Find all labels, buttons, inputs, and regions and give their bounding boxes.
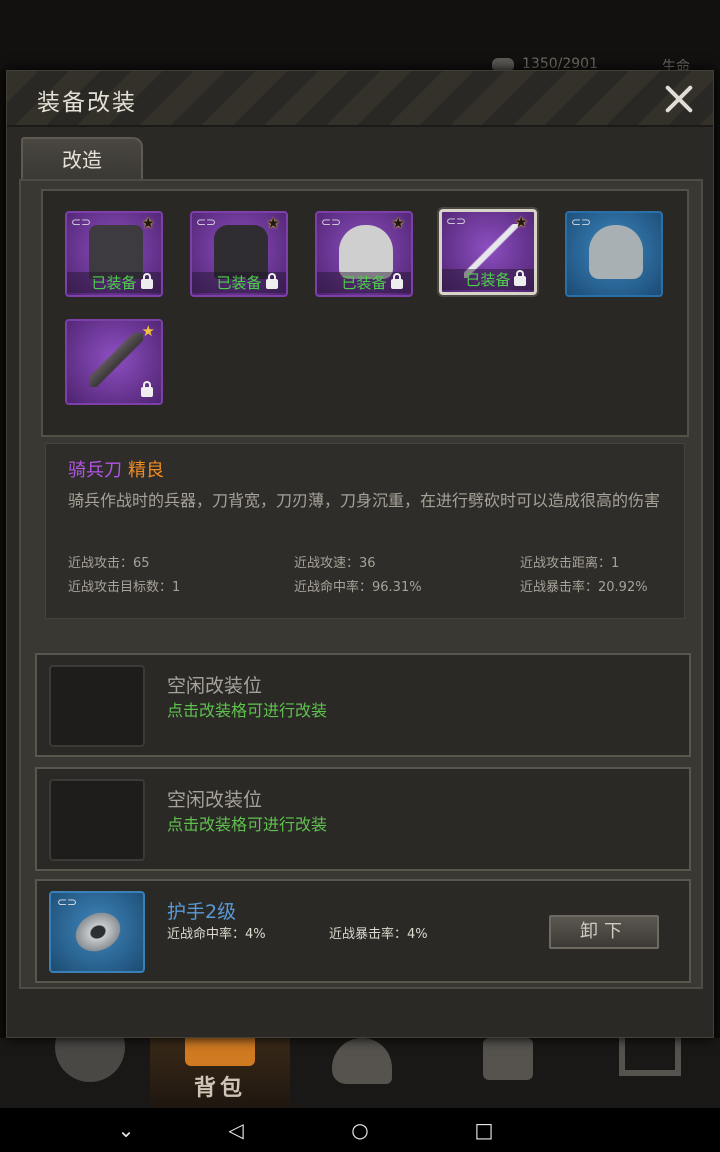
- lock-icon: [141, 381, 153, 397]
- police-helmet-icon: [339, 225, 393, 279]
- stat-melee-attack: 近战攻击：65: [68, 556, 150, 571]
- stat-melee-accuracy: 近战命中率：96.31%: [294, 580, 422, 595]
- lock-icon: [514, 270, 526, 286]
- item-description: 骑兵作战时的兵器，刀背宽，刀刃薄，刀身沉重，在进行劈砍时可以造成很高的伤害: [68, 491, 661, 510]
- installed-mod-stat-crit: 近战暴击率：4%: [329, 927, 428, 942]
- star-icon: ★: [141, 214, 155, 232]
- equipment-slot-machete[interactable]: ★: [65, 319, 163, 405]
- star-icon: ★: [266, 214, 280, 232]
- mod-slot-empty-2[interactable]: 空闲改装位 点击改装格可进行改装: [35, 767, 691, 871]
- stat-melee-range: 近战攻击距离：1: [520, 556, 620, 571]
- mod-slot-box[interactable]: [49, 665, 145, 747]
- dialog-title: 装备改装: [37, 90, 137, 116]
- nav-skills[interactable]: [292, 1038, 432, 1108]
- installed-mod-name: 护手2级: [167, 901, 237, 923]
- installed-mod-stat-accuracy: 近战命中率：4%: [167, 927, 266, 942]
- link-icon: ⊂⊃: [71, 215, 92, 229]
- mod-slot-installed[interactable]: ⊂⊃ 护手2级 近战命中率：4% 近战暴击率：4% 卸下: [35, 879, 691, 983]
- chevron-down-icon[interactable]: ⌄: [114, 1118, 138, 1142]
- nav-bag[interactable]: 背包: [150, 1038, 290, 1108]
- lock-icon: [391, 273, 403, 289]
- head-icon: [332, 1038, 392, 1084]
- mod-slot-title: 空闲改装位: [167, 675, 263, 697]
- stat-melee-crit: 近战暴击率：20.92%: [520, 580, 648, 595]
- equipment-slot-pants[interactable]: ⊂⊃ ★ 已装备: [65, 211, 163, 297]
- health-icon: [492, 58, 514, 70]
- machete-icon: [89, 333, 143, 387]
- equipment-slot-police-helmet[interactable]: ⊂⊃ ★ 已装备: [315, 211, 413, 297]
- mod-slot-title: 空闲改装位: [167, 789, 263, 811]
- link-icon: ⊂⊃: [57, 895, 78, 909]
- lock-icon: [266, 273, 278, 289]
- link-icon: ⊂⊃: [321, 215, 342, 229]
- lock-icon: [141, 273, 153, 289]
- jacket-icon: [214, 225, 268, 279]
- dialog-content: ⊂⊃ ★ 已装备 ⊂⊃ ★ 已装备 ⊂⊃ ★ 已装备 ⊂⊃ ★ 已装备 ⊂⊃ ★…: [19, 179, 703, 989]
- equipment-mod-dialog: 装备改装 改造 ⊂⊃ ★ 已装备 ⊂⊃ ★ 已装备 ⊂⊃ ★ 已装备 ⊂⊃ ★ …: [6, 70, 714, 1038]
- tab-modify[interactable]: 改造: [21, 137, 143, 181]
- nav-phone[interactable]: [438, 1038, 578, 1108]
- home-icon[interactable]: ○: [348, 1118, 372, 1142]
- item-name-text: 骑兵刀: [68, 460, 122, 481]
- close-icon[interactable]: [661, 81, 697, 117]
- mod-slot-empty-1[interactable]: 空闲改装位 点击改装格可进行改装: [35, 653, 691, 757]
- status-bar-background: 1350/2901 生命: [0, 0, 720, 75]
- unequip-button[interactable]: 卸下: [549, 915, 659, 949]
- link-icon: ⊂⊃: [446, 214, 467, 228]
- installed-mod-box[interactable]: ⊂⊃: [49, 891, 145, 973]
- back-icon[interactable]: ◁: [224, 1118, 248, 1142]
- item-details: 骑兵刀 精良 骑兵作战时的兵器，刀背宽，刀刃薄，刀身沉重，在进行劈砍时可以造成很高…: [45, 443, 685, 619]
- link-icon: ⊂⊃: [571, 215, 592, 229]
- star-icon: ★: [391, 214, 405, 232]
- stat-melee-speed: 近战攻速：36: [294, 556, 376, 571]
- recents-icon[interactable]: □: [472, 1118, 496, 1142]
- equipment-grid: ⊂⊃ ★ 已装备 ⊂⊃ ★ 已装备 ⊂⊃ ★ 已装备 ⊂⊃ ★ 已装备 ⊂⊃ ★: [41, 189, 689, 437]
- item-quality: 精良: [128, 460, 164, 481]
- handguard-icon: [69, 905, 127, 959]
- nav-shop[interactable]: [580, 1038, 720, 1108]
- mod-slot-hint: 点击改装格可进行改装: [167, 701, 328, 720]
- equipment-slot-cavalry-sabre[interactable]: ⊂⊃ ★ 已装备: [439, 209, 537, 295]
- mod-slot-box[interactable]: [49, 779, 145, 861]
- nav-bag-label: 背包: [193, 1076, 246, 1101]
- pants-icon: [89, 225, 143, 279]
- helmet-icon: [589, 225, 643, 279]
- system-navigation-bar: ⌄ ◁ ○ □: [0, 1108, 720, 1152]
- stat-melee-targets: 近战攻击目标数：1: [68, 580, 181, 595]
- dialog-header: 装备改装: [7, 71, 713, 127]
- star-icon: ★: [141, 322, 155, 340]
- phone-icon: [483, 1038, 533, 1080]
- cart-icon: [619, 1038, 681, 1076]
- link-icon: ⊂⊃: [196, 215, 217, 229]
- mod-slot-hint: 点击改装格可进行改装: [167, 815, 328, 834]
- star-icon: ★: [514, 213, 528, 231]
- bottom-navigation: 背包: [0, 1012, 720, 1108]
- item-name: 骑兵刀 精良: [68, 456, 164, 482]
- equipment-slot-jacket[interactable]: ⊂⊃ ★ 已装备: [190, 211, 288, 297]
- nav-map[interactable]: [20, 1012, 160, 1108]
- backpack-icon: [185, 1038, 255, 1066]
- equipment-slot-helmet[interactable]: ⊂⊃: [565, 211, 663, 297]
